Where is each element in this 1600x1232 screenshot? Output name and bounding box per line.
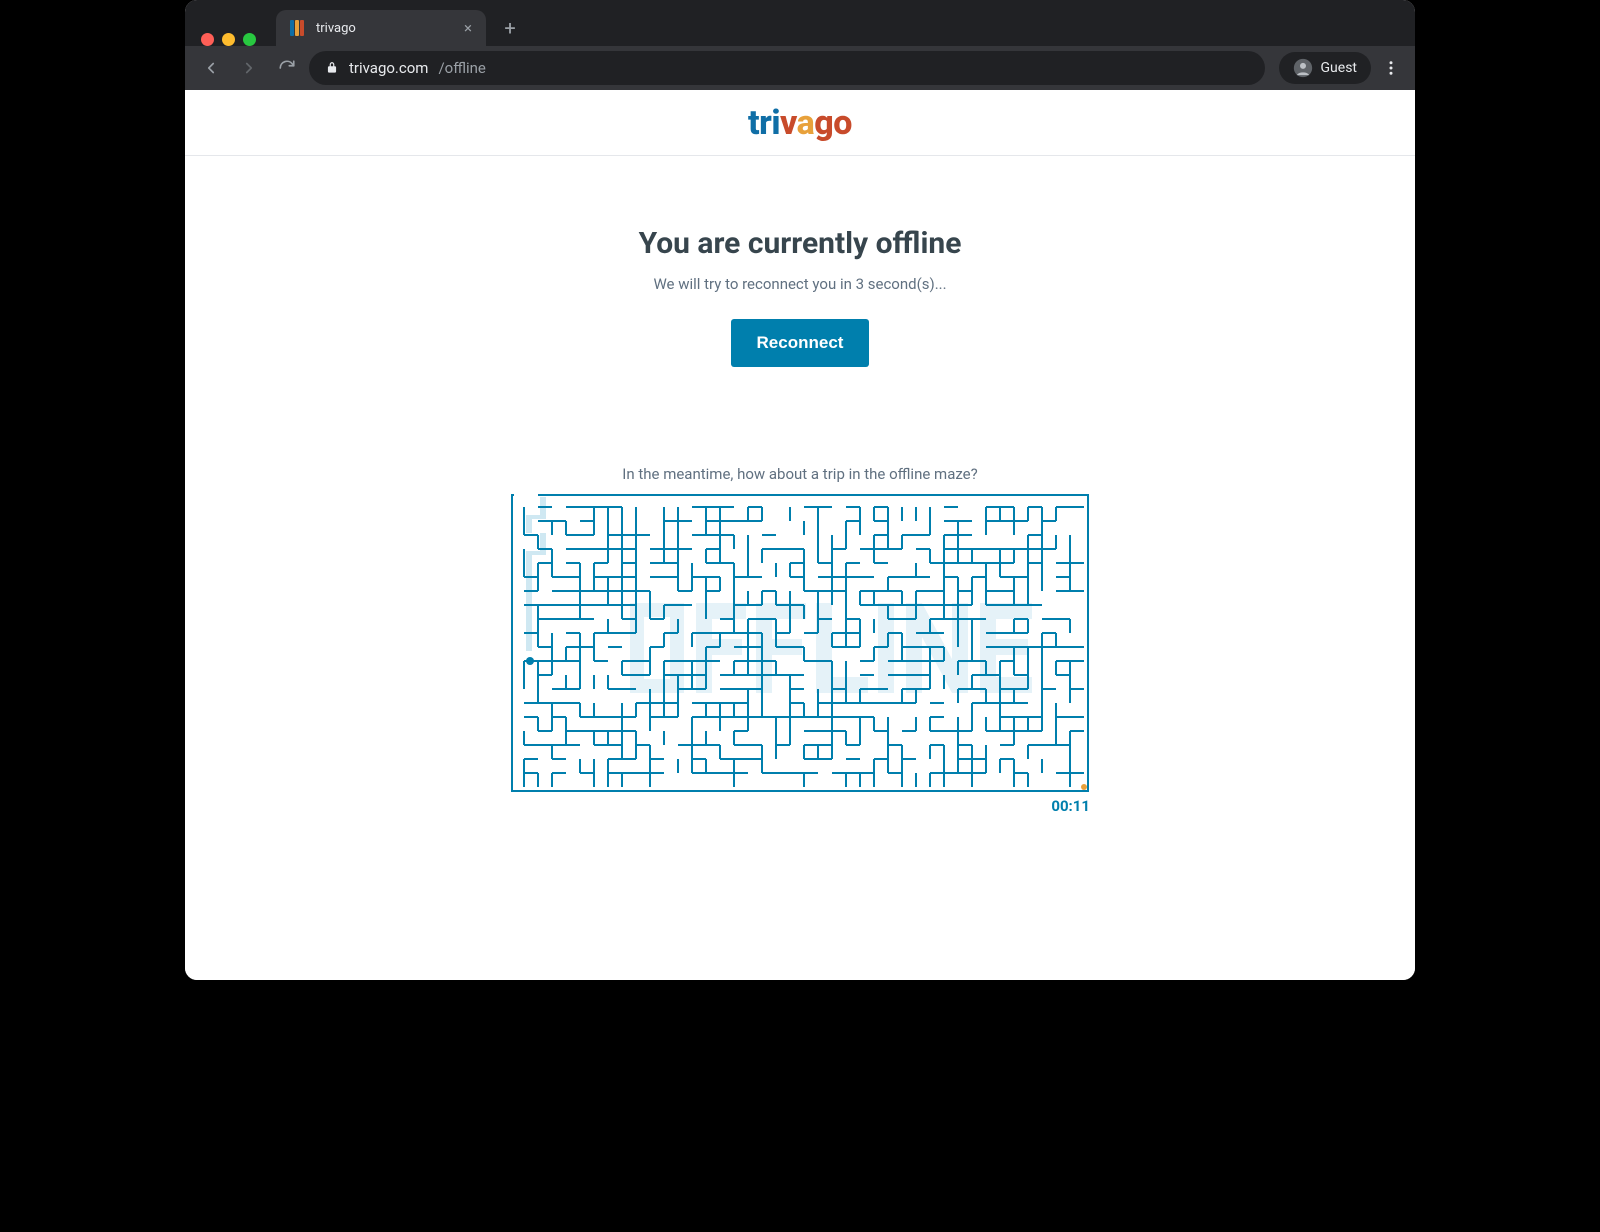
offline-headline: You are currently offline [639, 226, 962, 261]
url-path: /offline [438, 59, 485, 77]
avatar-icon [1293, 58, 1313, 78]
window-zoom-icon[interactable] [243, 33, 256, 46]
maze-player-dot [526, 657, 534, 665]
maze-container: 00:11 [510, 493, 1090, 793]
reload-button[interactable] [271, 52, 303, 84]
maze-hint: In the meantime, how about a trip in the… [622, 465, 977, 483]
profile-button[interactable]: Guest [1279, 52, 1371, 84]
url-host: trivago.com [349, 59, 428, 77]
tab-title: trivago [316, 21, 454, 36]
new-tab-button[interactable]: + [496, 14, 524, 42]
browser-menu-button[interactable] [1377, 54, 1405, 82]
page-content: trivago You are currently offline We wil… [185, 90, 1415, 980]
profile-label: Guest [1321, 60, 1357, 76]
window-close-icon[interactable] [201, 33, 214, 46]
window-controls [201, 33, 256, 46]
brand-header: trivago [185, 90, 1415, 156]
offline-subline: We will try to reconnect you in 3 second… [653, 275, 946, 293]
forward-button[interactable] [233, 52, 265, 84]
lock-icon [325, 61, 339, 75]
browser-window: trivago × + trivago.com/offline Guest [185, 0, 1415, 980]
browser-tab[interactable]: trivago × [276, 10, 486, 46]
browser-chrome: trivago × + trivago.com/offline Guest [185, 0, 1415, 90]
maze-exit-icon [1081, 784, 1087, 790]
offline-maze[interactable] [510, 493, 1090, 793]
reconnect-button[interactable]: Reconnect [731, 319, 870, 367]
window-minimize-icon[interactable] [222, 33, 235, 46]
browser-toolbar: trivago.com/offline Guest [185, 46, 1415, 90]
offline-panel: You are currently offline We will try to… [185, 156, 1415, 793]
back-button[interactable] [195, 52, 227, 84]
address-bar[interactable]: trivago.com/offline [309, 51, 1265, 85]
favicon-icon [290, 20, 306, 36]
maze-timer: 00:11 [1051, 797, 1090, 815]
trivago-logo[interactable]: trivago [748, 103, 852, 143]
tab-strip: trivago × + [185, 0, 1415, 46]
tab-close-icon[interactable]: × [464, 19, 472, 37]
